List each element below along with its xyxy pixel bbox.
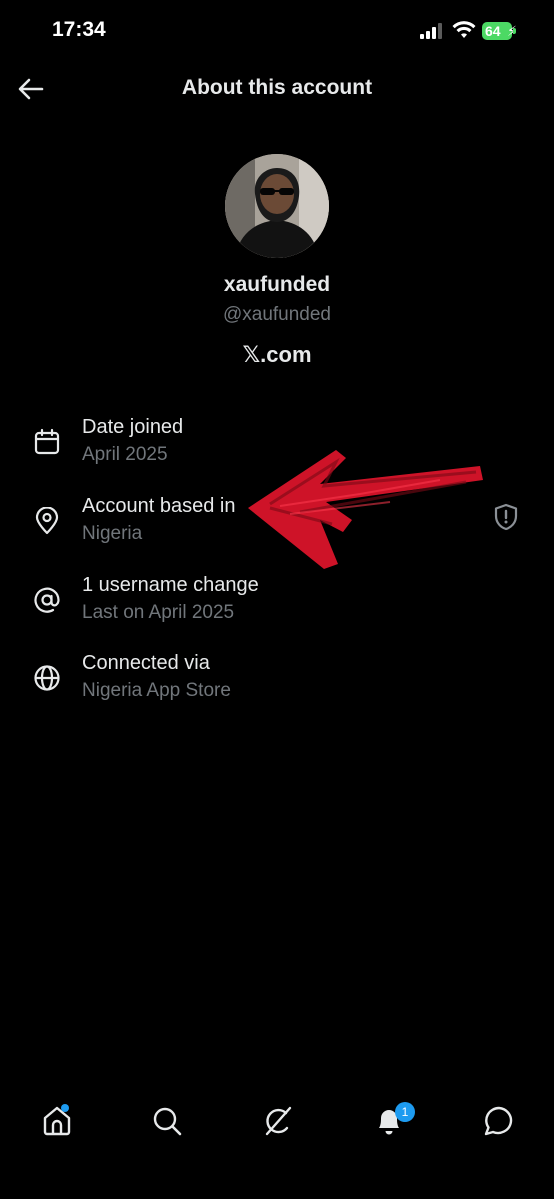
wifi-icon bbox=[452, 21, 476, 38]
avatar bbox=[225, 154, 329, 258]
page-title: About this account bbox=[181, 76, 373, 99]
row-value: April 2025 bbox=[82, 444, 168, 465]
messages-icon[interactable] bbox=[482, 1104, 516, 1138]
row-title: 1 username change bbox=[82, 574, 259, 596]
row-value: Nigeria bbox=[82, 523, 143, 544]
location-pin-icon bbox=[35, 507, 59, 535]
bottom-nav: 1 bbox=[0, 1090, 554, 1160]
row-account-based-in: Account based in Nigeria bbox=[0, 495, 554, 561]
row-title: Account based in bbox=[82, 495, 236, 517]
header: About this account bbox=[0, 62, 554, 118]
calendar-icon bbox=[34, 428, 60, 455]
row-value: Nigeria App Store bbox=[82, 680, 231, 701]
status-bar: 17:34 64 ⚡ bbox=[0, 0, 554, 62]
globe-icon bbox=[34, 665, 60, 691]
notification-count-badge: 1 bbox=[395, 1102, 415, 1122]
battery-tip bbox=[513, 28, 516, 34]
row-date-joined: Date joined April 2025 bbox=[0, 416, 554, 482]
home-icon[interactable] bbox=[40, 1104, 74, 1138]
row-username-change: 1 username change Last on April 2025 bbox=[0, 574, 554, 640]
avatar-photo bbox=[225, 154, 329, 258]
row-value: Last on April 2025 bbox=[82, 602, 235, 623]
cellular-signal-icon bbox=[420, 23, 442, 39]
at-sign-icon bbox=[34, 587, 60, 613]
home-unread-dot bbox=[61, 1104, 69, 1112]
username-handle: @xaufunded bbox=[222, 304, 332, 325]
display-name: xaufunded bbox=[223, 273, 331, 296]
search-icon[interactable] bbox=[150, 1104, 184, 1138]
row-title: Date joined bbox=[82, 416, 184, 438]
row-connected-via: Connected via Nigeria App Store bbox=[0, 652, 554, 718]
grok-icon[interactable] bbox=[261, 1104, 295, 1138]
status-time: 17:34 bbox=[52, 18, 106, 41]
x-com-label: 𝕏.com bbox=[242, 342, 312, 367]
row-title: Connected via bbox=[82, 652, 210, 674]
shield-alert-icon[interactable] bbox=[493, 503, 519, 531]
